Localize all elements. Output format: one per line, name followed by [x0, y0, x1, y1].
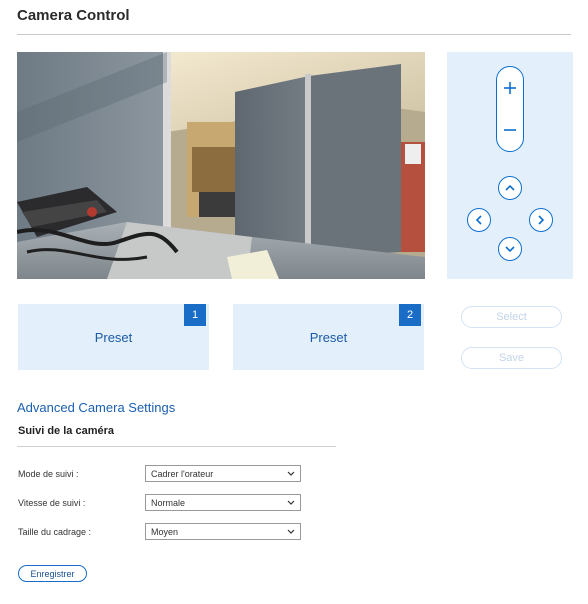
tracking-mode-value: Cadrer l'orateur [151, 468, 214, 479]
page-title: Camera Control [17, 7, 130, 24]
preset-number-badge: 1 [184, 304, 206, 326]
preset-label: Preset [94, 330, 133, 345]
select-preset-button[interactable]: Select [461, 306, 562, 328]
save-settings-button[interactable]: Enregistrer [18, 565, 87, 582]
framing-size-value: Moyen [151, 526, 179, 537]
chevron-right-icon [538, 215, 545, 225]
pan-up-button[interactable] [498, 176, 522, 200]
framing-size-label: Taille du cadrage : [18, 527, 92, 537]
chevron-down-icon [287, 529, 295, 534]
zoom-control [496, 66, 524, 152]
preset-1-tile[interactable]: Preset 1 [18, 304, 209, 370]
camera-feed[interactable] [17, 52, 425, 279]
tracking-speed-label: Vitesse de suivi : [18, 498, 86, 508]
pan-right-button[interactable] [529, 208, 553, 232]
ptz-control-panel [447, 52, 573, 279]
framing-size-select[interactable]: Moyen [145, 523, 301, 540]
preset-number-badge: 2 [399, 304, 421, 326]
chevron-up-icon [505, 184, 515, 191]
plus-icon [504, 82, 516, 94]
chevron-down-icon [505, 246, 515, 253]
pan-left-button[interactable] [467, 208, 491, 232]
zoom-out-button[interactable] [497, 109, 523, 151]
camera-feed-image [17, 52, 425, 279]
tracking-section-title: Suivi de la caméra [18, 425, 114, 437]
chevron-down-icon [287, 500, 295, 505]
preset-2-tile[interactable]: Preset 2 [233, 304, 424, 370]
chevron-down-icon [287, 471, 295, 476]
advanced-settings-title: Advanced Camera Settings [17, 400, 176, 415]
zoom-in-button[interactable] [497, 67, 523, 109]
section-divider [17, 446, 336, 447]
title-divider [17, 34, 571, 35]
tracking-mode-label: Mode de suivi : [18, 469, 79, 479]
pan-down-button[interactable] [498, 237, 522, 261]
preset-label: Preset [309, 330, 348, 345]
tracking-mode-select[interactable]: Cadrer l'orateur [145, 465, 301, 482]
chevron-left-icon [475, 215, 482, 225]
tracking-speed-select[interactable]: Normale [145, 494, 301, 511]
tracking-speed-value: Normale [151, 497, 186, 508]
save-preset-button[interactable]: Save [461, 347, 562, 369]
minus-icon [504, 129, 516, 131]
